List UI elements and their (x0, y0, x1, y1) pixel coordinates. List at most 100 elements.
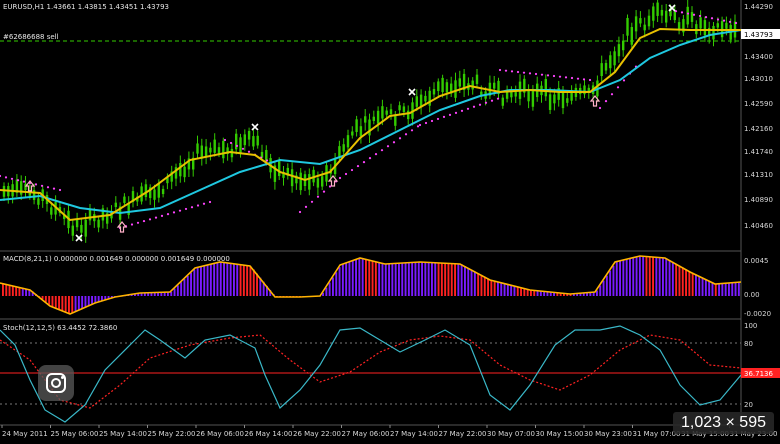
macd-bar (678, 265, 681, 296)
macd-bar (599, 285, 602, 296)
candle-body (613, 51, 616, 66)
current-price-label: 1.43793 (744, 31, 773, 39)
candle-body (454, 80, 457, 98)
macd-bar (186, 275, 189, 296)
sar-dot (398, 137, 402, 140)
sar-dot (448, 113, 452, 116)
candle-body (239, 137, 242, 154)
candle-body (475, 74, 479, 84)
macd-bar (239, 264, 242, 296)
candle-body (381, 106, 384, 119)
google-lens-icon[interactable] (38, 365, 74, 401)
stoch-axis-20: 20 (744, 401, 753, 409)
sar-dot (310, 200, 314, 203)
sar-dot (460, 109, 464, 112)
macd-axis-bottom: -0.0020 (744, 310, 771, 318)
sar-dot (142, 219, 146, 223)
sar-dot (235, 144, 239, 147)
sar-dot (710, 17, 714, 20)
time-axis-label: 30 May 23:00 (584, 430, 632, 438)
macd-bar (332, 277, 334, 296)
price-axis-tick: 1.40460 (744, 222, 773, 230)
macd-bar (51, 296, 54, 307)
macd-bar (216, 262, 219, 296)
candle-body (196, 143, 199, 154)
time-axis-label: 24 May 2011 (2, 430, 48, 438)
sar-dot (166, 213, 170, 216)
candle-body (647, 15, 651, 27)
macd-bar (404, 262, 407, 296)
candle-body (278, 160, 281, 176)
sar-dot (622, 79, 626, 82)
sar-dot (160, 214, 164, 217)
macd-bar (394, 263, 397, 296)
sar-dot (223, 138, 227, 142)
sar-dot (202, 202, 206, 205)
macd-bar (701, 277, 704, 296)
candle-body (432, 89, 436, 95)
candle-body (703, 20, 707, 36)
sar-dot (316, 195, 320, 198)
macd-bar (236, 264, 239, 296)
macd-bar (338, 267, 341, 296)
sar-dot (540, 73, 544, 76)
macd-bar (655, 257, 658, 296)
candle-body (725, 22, 728, 29)
macd-bar (714, 283, 717, 296)
sar-dot (418, 123, 422, 127)
sar-dot (338, 176, 342, 180)
candle-body (677, 22, 681, 30)
time-axis-label: 25 May 14:00 (99, 430, 147, 438)
candle-body (127, 203, 130, 215)
macd-bar (460, 264, 463, 296)
macd-bar (226, 262, 229, 296)
macd-bar (444, 263, 447, 296)
candle-body (217, 147, 221, 154)
candle-body (415, 96, 418, 107)
macd-bar (708, 280, 711, 296)
time-axis: 24 May 2011 25 May 06:00 25 May 14:00 25 Ma… (1, 425, 778, 438)
macd-bar (642, 256, 645, 296)
sar-dot (344, 172, 348, 176)
candle-body (471, 80, 474, 90)
candle-body (458, 78, 461, 87)
candle-body (398, 105, 401, 111)
sar-dot (196, 204, 200, 207)
macd-bar (193, 269, 196, 296)
macd-bar (206, 265, 209, 296)
candle-body (222, 140, 225, 159)
macd-bar (658, 257, 661, 296)
macd-axis-zero: 0.00 (744, 291, 760, 299)
macd-bar (2, 283, 4, 296)
candle-body (445, 82, 449, 93)
sar-dot (510, 70, 514, 73)
candle-body (80, 224, 83, 233)
sar-dot (616, 86, 620, 89)
macd-bar (506, 284, 509, 296)
sar-dot (392, 141, 396, 144)
candle-body (84, 219, 87, 237)
candle-body (553, 94, 556, 104)
macd-bar (328, 282, 331, 296)
candle-body (626, 17, 629, 36)
sar-dot (564, 76, 568, 79)
sar-dot (356, 164, 360, 168)
sar-dot (368, 157, 372, 160)
candle-body (161, 188, 165, 195)
macd-bar (246, 265, 249, 296)
sar-dot (484, 101, 488, 104)
sar-dot (298, 210, 302, 214)
macd-bar (721, 283, 724, 296)
macd-bar (341, 264, 344, 296)
candle-body (493, 82, 496, 89)
macd-bar (361, 258, 364, 296)
macd-bar (223, 262, 225, 296)
macd-bar (18, 287, 21, 296)
sar-dot (148, 218, 152, 221)
candle-body (441, 77, 444, 93)
sell-cross-icon (251, 123, 259, 131)
candle-body (243, 134, 246, 146)
macd-bar (81, 296, 84, 310)
sar-dot (350, 168, 354, 172)
macd-bar (513, 285, 516, 296)
